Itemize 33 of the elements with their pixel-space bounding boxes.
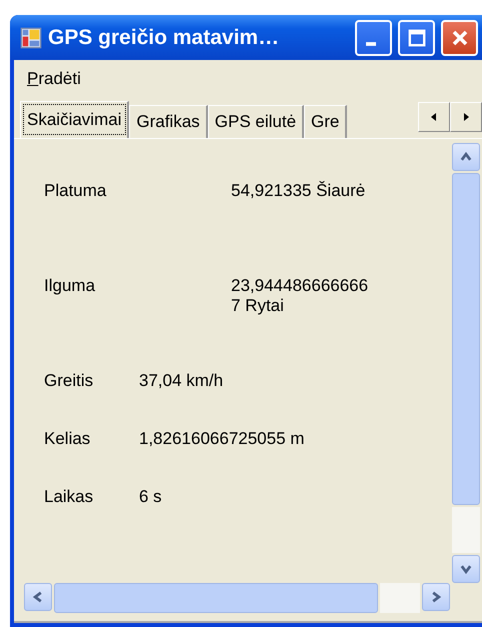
field-value: 23,944486666666 7 Rytai: [231, 276, 366, 316]
tab[interactable]: GPS eilutė: [208, 105, 304, 138]
vertical-scrollbar[interactable]: [452, 143, 480, 583]
field-label: Laikas: [44, 487, 94, 508]
tab[interactable]: Skaičiavimai: [20, 101, 130, 138]
minimize-button[interactable]: [355, 20, 392, 56]
close-button[interactable]: [441, 20, 478, 56]
tab[interactable]: Grafikas: [129, 105, 208, 138]
field-label: Platuma: [44, 181, 108, 201]
right-arrow-icon: [461, 112, 471, 122]
scroll-left-button[interactable]: [24, 583, 52, 611]
scroll-up-button[interactable]: [452, 143, 480, 171]
left-arrow-icon: [429, 112, 439, 122]
field-label: Greitis: [44, 371, 94, 392]
scroll-track[interactable]: [380, 583, 420, 613]
scroll-right-button[interactable]: [422, 583, 450, 611]
window-title: GPS greičio matavim…: [48, 26, 280, 50]
minimize-icon: [366, 42, 376, 46]
horizontal-scrollbar[interactable]: [24, 583, 450, 613]
field-value: 37,04 km/h: [139, 371, 224, 392]
scroll-down-button[interactable]: [452, 555, 480, 583]
field-value: 54,921335 Šiaurė: [231, 181, 366, 201]
scroll-thumb[interactable]: [452, 173, 480, 505]
field-label: Kelias: [44, 429, 92, 450]
tab[interactable]: Gre: [304, 105, 348, 138]
field-label: Ilguma: [44, 276, 96, 296]
field-value: 1,82616066725055 m: [139, 429, 304, 450]
scroll-track[interactable]: [452, 507, 480, 553]
field-value: 6 s: [139, 487, 162, 508]
menu-item[interactable]: Pradėti: [27, 69, 81, 89]
app-icon: [20, 26, 42, 48]
scroll-thumb[interactable]: [54, 583, 378, 613]
maximize-button[interactable]: [398, 20, 435, 56]
